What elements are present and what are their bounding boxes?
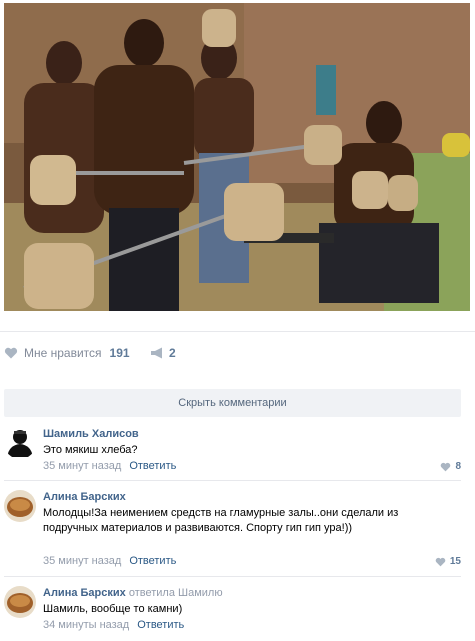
workout-photo (4, 3, 470, 311)
comment-author[interactable]: Алина Барских (43, 491, 126, 503)
comment-like-button[interactable]: 8 (440, 461, 461, 472)
hide-comments-button[interactable]: Скрыть комментарии (4, 389, 461, 417)
comment-time[interactable]: 35 минут назад (43, 555, 121, 567)
comment-text: Шамиль, вообще то камни) (43, 603, 183, 615)
comment-item: Алина Барских ответила Шамилю Шамиль, во… (0, 576, 475, 638)
avatar[interactable] (4, 427, 36, 459)
post-actions: Мне нравится 191 2 (0, 331, 475, 376)
post-photo[interactable] (4, 3, 470, 311)
like-count: 191 (109, 346, 130, 360)
comment-text: Это мякиш хлеба? (43, 444, 138, 456)
comment-meta: 34 минуты назад Ответить (43, 619, 184, 631)
heart-icon (435, 557, 446, 566)
replied-to-link[interactable]: ответила Шамилю (129, 587, 223, 599)
heart-icon (4, 347, 18, 359)
comment-like-count: 15 (449, 556, 461, 567)
comment-author: Алина Барских ответила Шамилю (43, 587, 223, 599)
comment-like-button[interactable]: 15 (435, 556, 461, 567)
comment-meta: 35 минут назад Ответить (43, 460, 176, 472)
comment-time[interactable]: 35 минут назад (43, 460, 121, 472)
share-button[interactable]: 2 (150, 346, 176, 360)
avatar[interactable] (4, 490, 36, 522)
reply-link[interactable]: Ответить (129, 555, 176, 567)
comment-divider (4, 576, 461, 577)
comment-like-count: 8 (455, 461, 461, 472)
comment-divider (4, 480, 461, 481)
comment-time[interactable]: 34 минуты назад (43, 619, 129, 631)
share-count: 2 (169, 346, 176, 360)
comment-item: Алина Барских Молодцы!За неимением средс… (0, 480, 475, 575)
heart-icon (441, 462, 451, 471)
comment-text: Молодцы!За неимением средств на гламурны… (43, 507, 399, 534)
avatar[interactable] (4, 586, 36, 618)
avatar-bread-icon (4, 490, 36, 522)
author-link[interactable]: Алина Барских (43, 587, 126, 599)
like-button[interactable]: Мне нравится 191 (4, 346, 130, 360)
comment-item: Шамиль Халисов Это мякиш хлеба? 35 минут… (0, 418, 475, 478)
reply-link[interactable]: Ответить (137, 619, 184, 631)
avatar-bread-icon (4, 586, 36, 618)
comment-author[interactable]: Шамиль Халисов (43, 428, 139, 440)
reply-link[interactable]: Ответить (129, 460, 176, 472)
comment-meta: 35 минут назад Ответить (43, 555, 176, 567)
avatar-black-silhouette-icon (4, 427, 36, 459)
like-label: Мне нравится (24, 346, 102, 360)
megaphone-icon (151, 347, 162, 359)
